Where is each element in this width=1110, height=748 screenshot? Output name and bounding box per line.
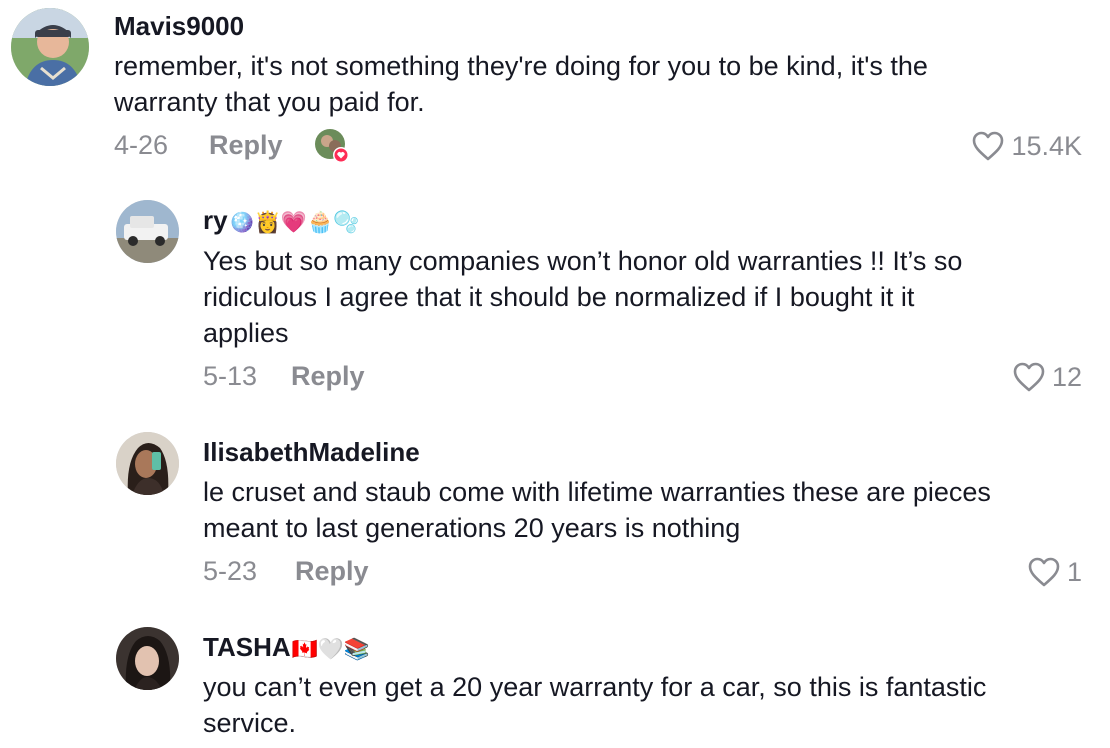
username-emoji: 🪩👸💗🧁🫧: [228, 210, 360, 234]
heart-outline-icon: [1012, 361, 1046, 393]
comment-date: 4-26: [114, 130, 169, 160]
like-count: 15.4K: [1011, 131, 1082, 161]
comment-username[interactable]: ry🪩👸💗🧁🫧: [203, 203, 359, 239]
heart-outline-icon: [971, 130, 1005, 162]
avatar[interactable]: [116, 627, 179, 690]
username-text: IlisabethMadeline: [203, 437, 420, 467]
like-button[interactable]: 1: [1027, 554, 1082, 590]
reply-button[interactable]: Reply: [209, 127, 283, 163]
avatar[interactable]: [11, 8, 89, 86]
username-emoji: 🇨🇦🤍📚: [291, 637, 371, 661]
like-button[interactable]: 15.4K: [971, 128, 1082, 164]
username-text: ry: [203, 205, 228, 235]
comment-username[interactable]: Mavis9000: [114, 9, 245, 45]
username-text: Mavis9000: [114, 11, 245, 41]
comment-date: 5-13: [203, 361, 258, 391]
reply-button[interactable]: Reply: [295, 553, 369, 589]
comment-date: 5-23: [203, 556, 258, 586]
comment-text: remember, it's not something they're doi…: [114, 51, 928, 117]
creator-liked-badge-icon: [314, 128, 350, 164]
avatar[interactable]: [116, 432, 179, 495]
heart-outline-icon: [1027, 556, 1061, 588]
like-count: 1: [1066, 557, 1082, 587]
comment-text: you can’t even get a 20 year warranty fo…: [203, 672, 987, 738]
like-count: 12: [1051, 362, 1082, 392]
username-text: TASHA: [203, 632, 291, 662]
avatar[interactable]: [116, 200, 179, 263]
comment-text: Yes but so many companies won’t honor ol…: [203, 246, 963, 348]
like-button[interactable]: 12: [1012, 359, 1082, 395]
reply-button[interactable]: Reply: [291, 358, 365, 394]
comment-username[interactable]: TASHA🇨🇦🤍📚: [203, 630, 370, 666]
comment-username[interactable]: IlisabethMadeline: [203, 435, 421, 471]
comment-text: le cruset and staub come with lifetime w…: [203, 477, 991, 543]
